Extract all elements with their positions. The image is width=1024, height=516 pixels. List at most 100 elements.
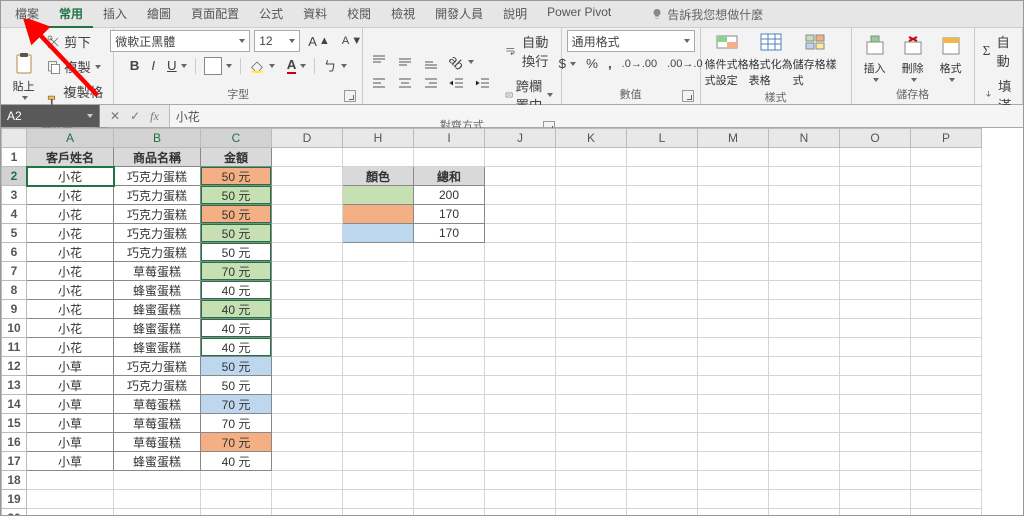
cell-C12[interactable]: 50 元: [201, 357, 272, 376]
cell-J5[interactable]: [485, 224, 556, 243]
cell-L4[interactable]: [627, 205, 698, 224]
menu-校閱[interactable]: 校閱: [337, 1, 381, 28]
decrease-indent-button[interactable]: [445, 74, 469, 94]
cell-D16[interactable]: [272, 433, 343, 452]
borders-button[interactable]: [200, 55, 236, 77]
cell-O11[interactable]: [840, 338, 911, 357]
row-header-11[interactable]: 11: [2, 338, 27, 357]
cell-O12[interactable]: [840, 357, 911, 376]
cell-P6[interactable]: [911, 243, 982, 262]
cell-L12[interactable]: [627, 357, 698, 376]
font-family-combo[interactable]: 微軟正黑體: [110, 30, 250, 52]
row-header-20[interactable]: 20: [2, 509, 27, 516]
row-header-6[interactable]: 6: [2, 243, 27, 262]
cell[interactable]: [343, 509, 414, 516]
cell-D1[interactable]: [272, 148, 343, 167]
fill-color-button[interactable]: [245, 56, 279, 76]
cell-K14[interactable]: [556, 395, 627, 414]
cell-C8[interactable]: 40 元: [201, 281, 272, 300]
percent-button[interactable]: %: [582, 54, 602, 73]
cell-K11[interactable]: [556, 338, 627, 357]
copy-button[interactable]: 複製: [42, 55, 109, 78]
cell-M13[interactable]: [698, 376, 769, 395]
cell-O2[interactable]: [840, 167, 911, 186]
cell[interactable]: [414, 490, 485, 509]
cell-I9[interactable]: [414, 300, 485, 319]
cell-I7[interactable]: [414, 262, 485, 281]
cell-L8[interactable]: [627, 281, 698, 300]
cell-M2[interactable]: [698, 167, 769, 186]
cell-O9[interactable]: [840, 300, 911, 319]
cell-K7[interactable]: [556, 262, 627, 281]
cell-A3[interactable]: 小花: [27, 186, 114, 205]
cell-B5[interactable]: 巧克力蛋糕: [114, 224, 201, 243]
fx-icon[interactable]: fx: [150, 109, 159, 124]
cell-H5[interactable]: [343, 224, 414, 243]
cell[interactable]: [343, 471, 414, 490]
cell-N3[interactable]: [769, 186, 840, 205]
cell[interactable]: [627, 509, 698, 516]
row-header-7[interactable]: 7: [2, 262, 27, 281]
cell-N2[interactable]: [769, 167, 840, 186]
cell-A5[interactable]: 小花: [27, 224, 114, 243]
cell-M7[interactable]: [698, 262, 769, 281]
cell-L5[interactable]: [627, 224, 698, 243]
cell-H2[interactable]: 顏色: [343, 167, 414, 186]
cell[interactable]: [114, 471, 201, 490]
cell-O17[interactable]: [840, 452, 911, 471]
cell-J16[interactable]: [485, 433, 556, 452]
cell-P17[interactable]: [911, 452, 982, 471]
col-header-I[interactable]: I: [414, 129, 485, 148]
cell-M10[interactable]: [698, 319, 769, 338]
cell-I16[interactable]: [414, 433, 485, 452]
cell-A9[interactable]: 小花: [27, 300, 114, 319]
menu-開發人員[interactable]: 開發人員: [425, 1, 493, 28]
cell-D6[interactable]: [272, 243, 343, 262]
row-header-4[interactable]: 4: [2, 205, 27, 224]
cell[interactable]: [627, 490, 698, 509]
cell[interactable]: [840, 509, 911, 516]
select-all-corner[interactable]: [2, 129, 27, 148]
cell-P3[interactable]: [911, 186, 982, 205]
cell-K13[interactable]: [556, 376, 627, 395]
cell-P11[interactable]: [911, 338, 982, 357]
cell-N7[interactable]: [769, 262, 840, 281]
col-header-M[interactable]: M: [698, 129, 769, 148]
format-cells-button[interactable]: 格式: [932, 34, 970, 82]
cell-H13[interactable]: [343, 376, 414, 395]
menu-插入[interactable]: 插入: [93, 1, 137, 28]
cell-I17[interactable]: [414, 452, 485, 471]
cell[interactable]: [201, 471, 272, 490]
cell-K4[interactable]: [556, 205, 627, 224]
row-header-2[interactable]: 2: [2, 167, 27, 186]
cut-button[interactable]: 剪下: [42, 30, 109, 53]
cell-K1[interactable]: [556, 148, 627, 167]
cell-C4[interactable]: 50 元: [201, 205, 272, 224]
cell[interactable]: [556, 471, 627, 490]
cell[interactable]: [414, 509, 485, 516]
cell-H4[interactable]: [343, 205, 414, 224]
cell[interactable]: [769, 471, 840, 490]
cell[interactable]: [414, 471, 485, 490]
cell-K6[interactable]: [556, 243, 627, 262]
cell[interactable]: [627, 471, 698, 490]
cell-D17[interactable]: [272, 452, 343, 471]
cell-A11[interactable]: 小花: [27, 338, 114, 357]
cell-K9[interactable]: [556, 300, 627, 319]
row-header-18[interactable]: 18: [2, 471, 27, 490]
cell-N6[interactable]: [769, 243, 840, 262]
cell-K5[interactable]: [556, 224, 627, 243]
dialog-launcher-icon[interactable]: [682, 90, 694, 102]
cell-H14[interactable]: [343, 395, 414, 414]
cell-O5[interactable]: [840, 224, 911, 243]
cell-O15[interactable]: [840, 414, 911, 433]
orientation-button[interactable]: ab: [445, 53, 478, 72]
cell-C2[interactable]: 50 元: [201, 167, 272, 186]
cell-P12[interactable]: [911, 357, 982, 376]
col-header-K[interactable]: K: [556, 129, 627, 148]
cell-P10[interactable]: [911, 319, 982, 338]
cell[interactable]: [911, 471, 982, 490]
cell-I4[interactable]: 170: [414, 205, 485, 224]
cell[interactable]: [201, 490, 272, 509]
cell[interactable]: [698, 471, 769, 490]
